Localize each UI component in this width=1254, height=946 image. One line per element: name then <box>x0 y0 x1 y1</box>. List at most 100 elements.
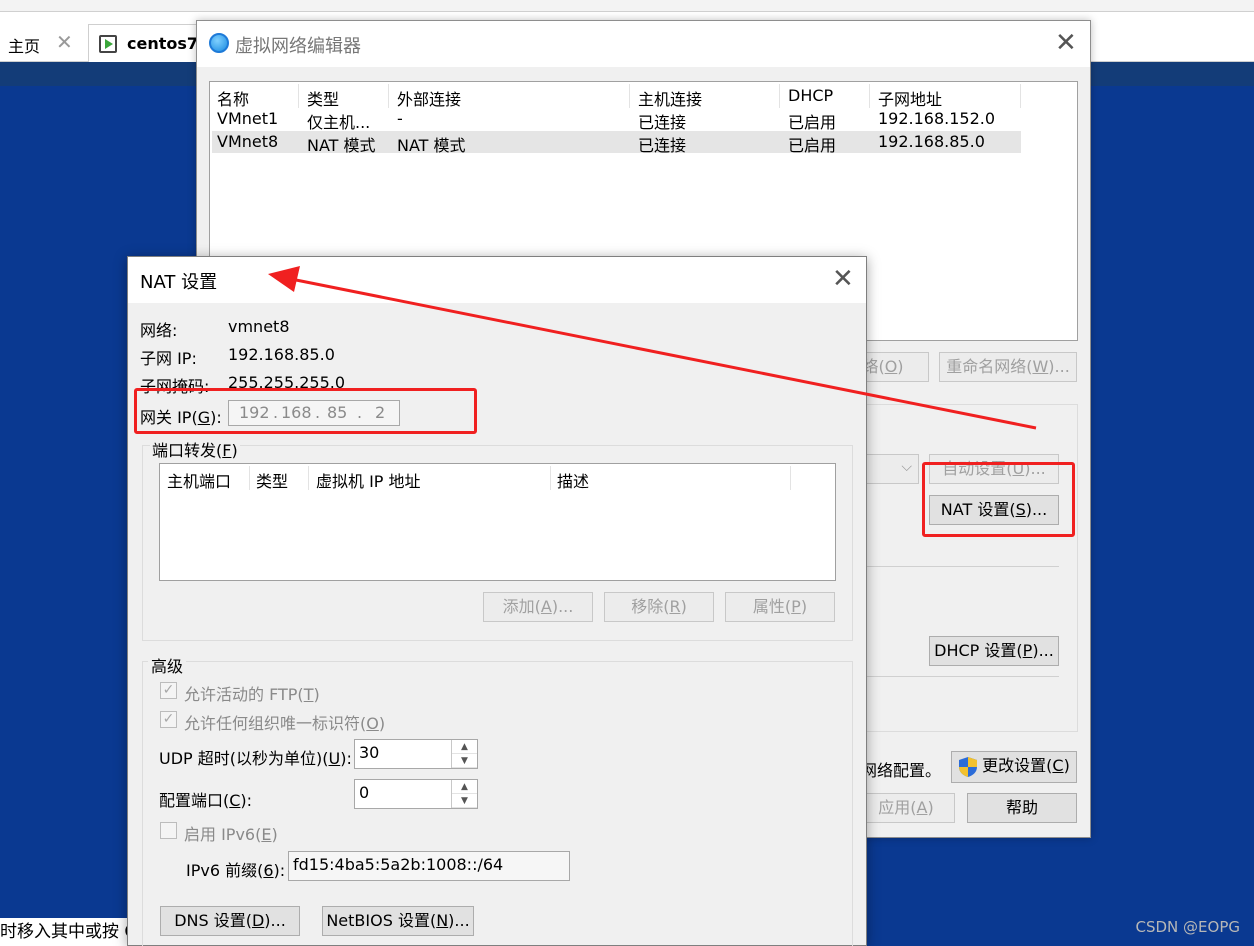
port-properties-button[interactable]: 属性(P) <box>725 592 835 622</box>
close-icon[interactable]: ✕ <box>832 266 854 292</box>
close-icon[interactable]: ✕ <box>1055 30 1077 56</box>
config-port-text: 配置端口( <box>159 791 230 810</box>
cell-dhcp: 已启用 <box>788 113 837 132</box>
button-tail: )... <box>264 911 286 930</box>
column-divider <box>308 466 309 490</box>
column-divider <box>298 84 299 108</box>
column-divider <box>629 84 630 108</box>
cell-dhcp: 已启用 <box>788 136 837 155</box>
button-tail: )... <box>1032 641 1054 660</box>
separator <box>867 566 1059 567</box>
column-header-name[interactable]: 名称 <box>217 86 249 109</box>
accelerator-key: P <box>1022 641 1033 660</box>
cell-subnet: 192.168.152.0 <box>878 109 996 128</box>
cell-type: NAT 模式 <box>307 136 376 155</box>
vm-running-icon <box>99 35 117 53</box>
remove-label: 移除( <box>631 597 670 616</box>
button-tail: ) <box>680 597 687 616</box>
apply-label: 应用( <box>878 798 917 817</box>
table-row[interactable]: VMnet1 仅主机... - 已连接 已启用 192.168.152.0 <box>212 108 1021 132</box>
column-header-host-port[interactable]: 主机端口 <box>167 468 231 491</box>
add-port-button[interactable]: 添加(A)... <box>483 592 593 622</box>
column-header-description[interactable]: 描述 <box>557 468 589 491</box>
chevron-down-icon[interactable]: ▼ <box>452 754 477 768</box>
add-label: 添加( <box>502 597 541 616</box>
cell-host: 已连接 <box>638 113 687 132</box>
column-header-host[interactable]: 主机连接 <box>638 86 702 109</box>
netbios-settings-button[interactable]: NetBIOS 设置(N)... <box>322 906 474 936</box>
column-header-external[interactable]: 外部连接 <box>397 86 461 109</box>
port-forward-text: 端口转发( <box>152 441 223 460</box>
dns-settings-button[interactable]: DNS 设置(D)... <box>160 906 300 936</box>
cell-subnet: 192.168.85.0 <box>878 132 985 151</box>
change-settings-button[interactable]: 更改设置(C) <box>951 751 1077 783</box>
remove-port-button[interactable]: 移除(R) <box>604 592 714 622</box>
window-titlebar: 虚拟网络编辑器 ✕ <box>197 21 1090 67</box>
table-row-selected[interactable]: VMnet8 NAT 模式 NAT 模式 已连接 已启用 192.168.85.… <box>212 131 1021 155</box>
tab-home-label: 主页 <box>8 37 41 56</box>
vmware-toolbar-strip <box>0 0 1254 12</box>
label-tail: ): <box>240 791 253 810</box>
column-header-type[interactable]: 类型 <box>256 468 288 491</box>
rename-network-button[interactable]: 重命名网络(W)... <box>939 352 1077 382</box>
tab-home[interactable]: 主页 ✕ <box>0 24 84 60</box>
column-divider <box>790 466 791 490</box>
port-forwarding-label: 端口转发(F) <box>150 437 240 461</box>
window-title: 虚拟网络编辑器 <box>235 36 361 57</box>
annotation-box-gateway <box>134 388 477 434</box>
port-forwarding-table: 主机端口 类型 虚拟机 IP 地址 描述 <box>159 463 836 581</box>
chevron-up-icon[interactable]: ▲ <box>452 780 477 794</box>
dhcp-settings-button[interactable]: DHCP 设置(P)... <box>929 636 1059 666</box>
apply-button[interactable]: 应用(A) <box>857 793 955 823</box>
config-port-value: 0 <box>359 783 370 802</box>
config-port-label: 配置端口(C): <box>159 787 252 811</box>
network-value: vmnet8 <box>228 317 290 336</box>
allow-oui-checkbox[interactable]: ✓ <box>160 711 177 728</box>
accelerator-key: C <box>229 791 241 810</box>
column-header-type[interactable]: 类型 <box>307 86 339 109</box>
close-icon[interactable]: ✕ <box>56 30 73 54</box>
label-tail: ) <box>271 825 278 844</box>
column-header-dhcp[interactable]: DHCP <box>788 86 833 108</box>
annotation-box-nat-button <box>922 462 1075 537</box>
button-tail: )... <box>551 597 574 616</box>
chevron-up-icon[interactable]: ▲ <box>452 740 477 754</box>
label-tail: ) <box>378 714 386 733</box>
globe-icon <box>209 33 229 53</box>
properties-label: 属性( <box>752 597 792 616</box>
dns-settings-label: DNS 设置( <box>174 911 252 930</box>
subnet-ip-label: 子网 IP: <box>140 349 197 368</box>
config-port-stepper[interactable]: 0 ▲ ▼ <box>354 779 478 809</box>
column-divider <box>1020 84 1021 108</box>
enable-ipv6-checkbox[interactable] <box>160 822 177 839</box>
accelerator-key: O <box>884 357 898 376</box>
udp-timeout-text: UDP 超时(以秒为单位)( <box>159 749 329 768</box>
accelerator-key: A <box>916 798 928 817</box>
help-button[interactable]: 帮助 <box>967 793 1077 823</box>
accelerator-key: T <box>303 685 314 704</box>
accelerator-key: O <box>366 714 379 733</box>
allow-ftp-text: 允许活动的 FTP( <box>184 685 304 704</box>
label-tail: ) <box>231 441 238 460</box>
accelerator-key: P <box>791 597 801 616</box>
button-tail: )... <box>448 911 470 930</box>
chevron-down-icon[interactable]: ▼ <box>452 794 477 808</box>
change-settings-label: 更改设置( <box>982 756 1053 775</box>
udp-timeout-stepper[interactable]: 30 ▲ ▼ <box>354 739 478 769</box>
udp-timeout-value: 30 <box>359 743 380 762</box>
accelerator-key: D <box>251 911 265 930</box>
tab-centos7[interactable]: centos7 <box>88 24 198 62</box>
dialog-titlebar: NAT 设置 ✕ <box>128 257 866 303</box>
stepper-arrows[interactable]: ▲ ▼ <box>451 740 477 768</box>
accelerator-key: R <box>669 597 681 616</box>
column-header-vm-ip[interactable]: 虚拟机 IP 地址 <box>316 468 421 491</box>
button-tail: ) <box>800 597 808 616</box>
ipv6-prefix-field[interactable]: fd15:4ba5:5a2b:1008::/64 <box>288 851 570 881</box>
stepper-arrows[interactable]: ▲ ▼ <box>451 780 477 808</box>
column-header-subnet[interactable]: 子网地址 <box>878 86 942 109</box>
allow-ftp-checkbox[interactable]: ✓ <box>160 682 177 699</box>
subnet-ip-value: 192.168.85.0 <box>228 345 335 364</box>
accelerator-key: 6 <box>263 861 274 880</box>
enable-ipv6-text: 启用 IPv6( <box>184 825 262 844</box>
column-divider <box>779 84 780 108</box>
